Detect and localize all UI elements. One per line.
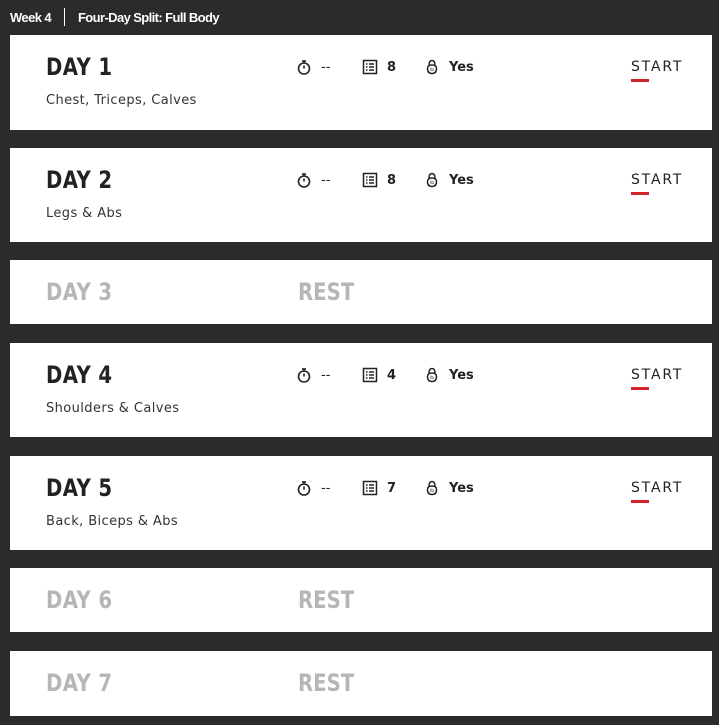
equipment-stat: lb Yes (424, 172, 474, 188)
exercise-count-stat: 8 (362, 172, 396, 188)
rest-label: REST (298, 669, 355, 697)
equipment-value: Yes (449, 367, 474, 383)
exercise-count-value: 4 (387, 367, 397, 383)
equipment-stat: lb Yes (424, 367, 474, 383)
week-label: Week 4 (10, 9, 52, 25)
day-title: DAY 5 (46, 474, 113, 502)
exercise-count-value: 8 (387, 172, 397, 188)
duration-value: -- (321, 172, 331, 188)
equipment-value: Yes (449, 172, 474, 188)
stopwatch-icon (296, 367, 312, 383)
checklist-icon (362, 59, 378, 75)
start-underline (631, 192, 649, 195)
day-card-4: DAY 4 Shoulders & Calves -- 4 lb Yes STA… (10, 343, 712, 437)
svg-text:lb: lb (430, 180, 434, 186)
kettlebell-icon: lb (424, 172, 440, 188)
day-title: DAY 4 (46, 361, 113, 389)
equipment-stat: lb Yes (424, 480, 474, 496)
day-card-6-rest: DAY 6 REST (10, 568, 712, 632)
rest-label: REST (298, 278, 355, 306)
day-card-2: DAY 2 Legs & Abs -- 8 lb Yes START (10, 148, 712, 242)
duration-stat: -- (296, 480, 330, 496)
start-underline (631, 79, 649, 82)
rest-label: REST (298, 586, 355, 614)
duration-stat: -- (296, 367, 330, 383)
start-button[interactable]: START (631, 172, 684, 195)
start-underline (631, 387, 649, 390)
svg-text:lb: lb (430, 375, 434, 381)
day-title: DAY 2 (46, 166, 113, 194)
day-subtitle: Legs & Abs (46, 206, 123, 221)
start-underline (631, 500, 649, 503)
equipment-value: Yes (449, 59, 474, 75)
equipment-stat: lb Yes (424, 59, 474, 75)
start-label: START (631, 367, 684, 383)
stopwatch-icon (296, 172, 312, 188)
exercise-count-stat: 7 (362, 480, 396, 496)
checklist-icon (362, 172, 378, 188)
equipment-value: Yes (449, 480, 474, 496)
start-button[interactable]: START (631, 367, 684, 390)
kettlebell-icon: lb (424, 480, 440, 496)
checklist-icon (362, 480, 378, 496)
exercise-count-stat: 4 (362, 367, 396, 383)
duration-stat: -- (296, 172, 330, 188)
day-card-1: DAY 1 Chest, Triceps, Calves -- 8 lb Yes… (10, 35, 712, 130)
stopwatch-icon (296, 59, 312, 75)
duration-value: -- (321, 367, 331, 383)
start-label: START (631, 59, 684, 75)
duration-value: -- (321, 59, 331, 75)
duration-stat: -- (296, 59, 330, 75)
program-title: Four-Day Split: Full Body (77, 9, 220, 25)
day-subtitle: Back, Biceps & Abs (46, 514, 179, 529)
day-card-3-rest: DAY 3 REST (10, 260, 712, 324)
stopwatch-icon (296, 480, 312, 496)
duration-value: -- (321, 480, 331, 496)
exercise-count-stat: 8 (362, 59, 396, 75)
exercise-count-value: 8 (387, 59, 397, 75)
day-subtitle: Chest, Triceps, Calves (46, 93, 197, 108)
kettlebell-icon: lb (424, 59, 440, 75)
day-subtitle: Shoulders & Calves (46, 401, 180, 416)
kettlebell-icon: lb (424, 367, 440, 383)
checklist-icon (362, 367, 378, 383)
top-bar: Week 4 Four-Day Split: Full Body (0, 0, 719, 34)
day-card-7-rest: DAY 7 REST (10, 651, 712, 716)
start-button[interactable]: START (631, 59, 684, 82)
start-label: START (631, 480, 684, 496)
header-divider (63, 8, 65, 26)
svg-text:lb: lb (430, 67, 434, 73)
svg-text:lb: lb (430, 488, 434, 494)
day-card-5: DAY 5 Back, Biceps & Abs -- 7 lb Yes STA… (10, 456, 712, 550)
start-label: START (631, 172, 684, 188)
day-title: DAY 6 (46, 586, 113, 614)
day-title: DAY 1 (46, 53, 113, 81)
start-button[interactable]: START (631, 480, 684, 503)
day-title: DAY 3 (46, 278, 113, 306)
day-title: DAY 7 (46, 669, 113, 697)
exercise-count-value: 7 (387, 480, 397, 496)
